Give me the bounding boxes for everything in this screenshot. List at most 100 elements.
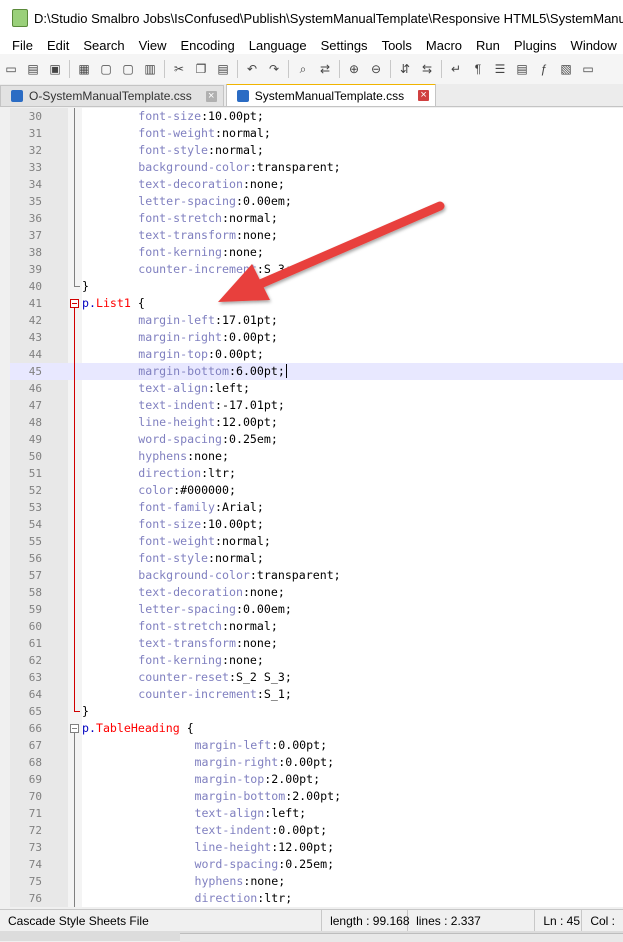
code-line[interactable]: 30 font-size:10.00pt; [10, 108, 623, 125]
show-all-chars-icon[interactable]: ¶ [470, 61, 486, 77]
new-file-icon[interactable]: ▭ [3, 61, 19, 77]
code-line[interactable]: 75 hyphens:none; [10, 873, 623, 890]
code-line[interactable]: 31 font-weight:normal; [10, 125, 623, 142]
fold-toggle[interactable] [70, 724, 79, 733]
save-icon[interactable]: ▣ [47, 61, 63, 77]
doc-map-icon[interactable]: ▤ [514, 61, 530, 77]
copy-icon[interactable]: ❐ [193, 61, 209, 77]
code-line[interactable]: 40} [10, 278, 623, 295]
code-line[interactable]: 35 letter-spacing:0.00em; [10, 193, 623, 210]
replace-icon[interactable]: ⇄ [317, 61, 333, 77]
menu-settings[interactable]: Settings [312, 38, 373, 53]
code-line[interactable]: 71 text-align:left; [10, 805, 623, 822]
menu-view[interactable]: View [130, 38, 172, 53]
css-property: background-color [138, 160, 250, 174]
code-line[interactable]: 56 font-style:normal; [10, 550, 623, 567]
sync-v-icon[interactable]: ⇵ [397, 61, 413, 77]
sync-h-icon[interactable]: ⇆ [419, 61, 435, 77]
cut-icon[interactable]: ✂ [171, 61, 187, 77]
folder-workspace-icon[interactable]: ▧ [558, 61, 574, 77]
code-line[interactable]: 53 font-family:Arial; [10, 499, 623, 516]
code-line[interactable]: 62 font-kerning:none; [10, 652, 623, 669]
code-line[interactable]: 37 text-transform:none; [10, 227, 623, 244]
zoom-out-icon[interactable]: ⊖ [368, 61, 384, 77]
paste-icon[interactable]: ▤ [215, 61, 231, 77]
close-tab-icon[interactable]: × [205, 90, 217, 102]
function-list-icon[interactable]: ƒ [536, 61, 552, 77]
tab-systemmanualtemplate[interactable]: SystemManualTemplate.css × [225, 84, 437, 106]
menu-edit[interactable]: Edit [38, 38, 74, 53]
fold-toggle[interactable] [70, 299, 79, 308]
code-line[interactable]: 36 font-stretch:normal; [10, 210, 623, 227]
undo-icon[interactable]: ↶ [244, 61, 260, 77]
code-line[interactable]: 66 p.TableHeading { [10, 720, 623, 737]
save-all-icon[interactable]: ▦ [76, 61, 92, 77]
code-line[interactable]: 72 text-indent:0.00pt; [10, 822, 623, 839]
code-line[interactable]: 55 font-weight:normal; [10, 533, 623, 550]
code-line[interactable]: 43 margin-right:0.00pt; [10, 329, 623, 346]
menu-macro[interactable]: Macro [417, 38, 467, 53]
menu-encoding[interactable]: Encoding [172, 38, 240, 53]
find-icon[interactable]: ⌕ [295, 61, 311, 77]
css-property: margin-left [194, 738, 272, 752]
code-line[interactable]: 76 direction:ltr; [10, 890, 623, 907]
code-line[interactable]: 65} [10, 703, 623, 720]
open-file-icon[interactable]: ▤ [25, 61, 41, 77]
menu-language[interactable]: Language [240, 38, 312, 53]
code-line[interactable]: 48 line-height:12.00pt; [10, 414, 623, 431]
code-line[interactable]: 74 word-spacing:0.25em; [10, 856, 623, 873]
indent-guide-icon[interactable]: ☰ [492, 61, 508, 77]
code-line[interactable]: 45 margin-bottom:6.00pt;​ [10, 363, 623, 380]
print-icon[interactable]: ▥ [142, 61, 158, 77]
code-line[interactable]: 52 color:#000000; [10, 482, 623, 499]
code-text: margin-right:0.00pt; [138, 329, 278, 346]
code-line[interactable]: 33 background-color:transparent; [10, 159, 623, 176]
code-line[interactable]: 60 font-stretch:normal; [10, 618, 623, 635]
code-line[interactable]: 61 text-transform:none; [10, 635, 623, 652]
code-line[interactable]: 67 margin-left:0.00pt; [10, 737, 623, 754]
close-icon[interactable]: ▢ [98, 61, 114, 77]
menu-plugins[interactable]: Plugins [505, 38, 562, 53]
code-line[interactable]: 39 counter-increment:S_3; [10, 261, 623, 278]
code-line[interactable]: 69 margin-top:2.00pt; [10, 771, 623, 788]
code-line[interactable]: 32 font-style:normal; [10, 142, 623, 159]
code-line[interactable]: 34 text-decoration:none; [10, 176, 623, 193]
code-line[interactable]: 44 margin-top:0.00pt; [10, 346, 623, 363]
code-line[interactable]: 58 text-decoration:none; [10, 584, 623, 601]
code-line[interactable]: 68 margin-right:0.00pt; [10, 754, 623, 771]
code-line[interactable]: 64 counter-increment:S_1; [10, 686, 623, 703]
code-line[interactable]: 63 counter-reset:S_2 S_3; [10, 669, 623, 686]
line-number: 59 [28, 603, 42, 616]
code-line[interactable]: 59 letter-spacing:0.00em; [10, 601, 623, 618]
code-line[interactable]: 70 margin-bottom:2.00pt; [10, 788, 623, 805]
css-value: none; [228, 245, 264, 259]
code-line[interactable]: 57 background-color:transparent; [10, 567, 623, 584]
code-line[interactable]: 49 word-spacing:0.25em; [10, 431, 623, 448]
monitor-icon[interactable]: ▭ [580, 61, 596, 77]
code-line[interactable]: 38 font-kerning:none; [10, 244, 623, 261]
code-line[interactable]: 47 text-indent:-17.01pt; [10, 397, 623, 414]
code-text: font-family:Arial; [138, 499, 264, 516]
code-line[interactable]: 50 hyphens:none; [10, 448, 623, 465]
word-wrap-icon[interactable]: ↵ [448, 61, 464, 77]
menu-search[interactable]: Search [74, 38, 129, 53]
status-line-number: Ln : 45 [535, 910, 583, 932]
zoom-in-icon[interactable]: ⊕ [346, 61, 362, 77]
close-all-icon[interactable]: ▢ [120, 61, 136, 77]
menu-run[interactable]: Run [467, 38, 505, 53]
code-line[interactable]: 42 margin-left:17.01pt; [10, 312, 623, 329]
status-column: Col : [590, 914, 615, 928]
code-line[interactable]: 54 font-size:10.00pt; [10, 516, 623, 533]
menu-tools[interactable]: Tools [373, 38, 417, 53]
code-editor[interactable]: 30 font-size:10.00pt; 31 font-weight:normal… [10, 108, 623, 907]
code-line[interactable]: 73 line-height:12.00pt; [10, 839, 623, 856]
menu-window[interactable]: Window [562, 38, 622, 53]
code-line[interactable]: 51 direction:ltr; [10, 465, 623, 482]
redo-icon[interactable]: ↷ [266, 61, 282, 77]
menu-file[interactable]: File [0, 38, 38, 53]
code-line[interactable]: 46 text-align:left; [10, 380, 623, 397]
line-number: 62 [28, 654, 42, 667]
code-line[interactable]: 41 p.List1 { [10, 295, 623, 312]
tab-o-systemmanualtemplate[interactable]: O-SystemManualTemplate.css × [0, 85, 224, 106]
close-tab-icon[interactable]: × [418, 90, 430, 101]
